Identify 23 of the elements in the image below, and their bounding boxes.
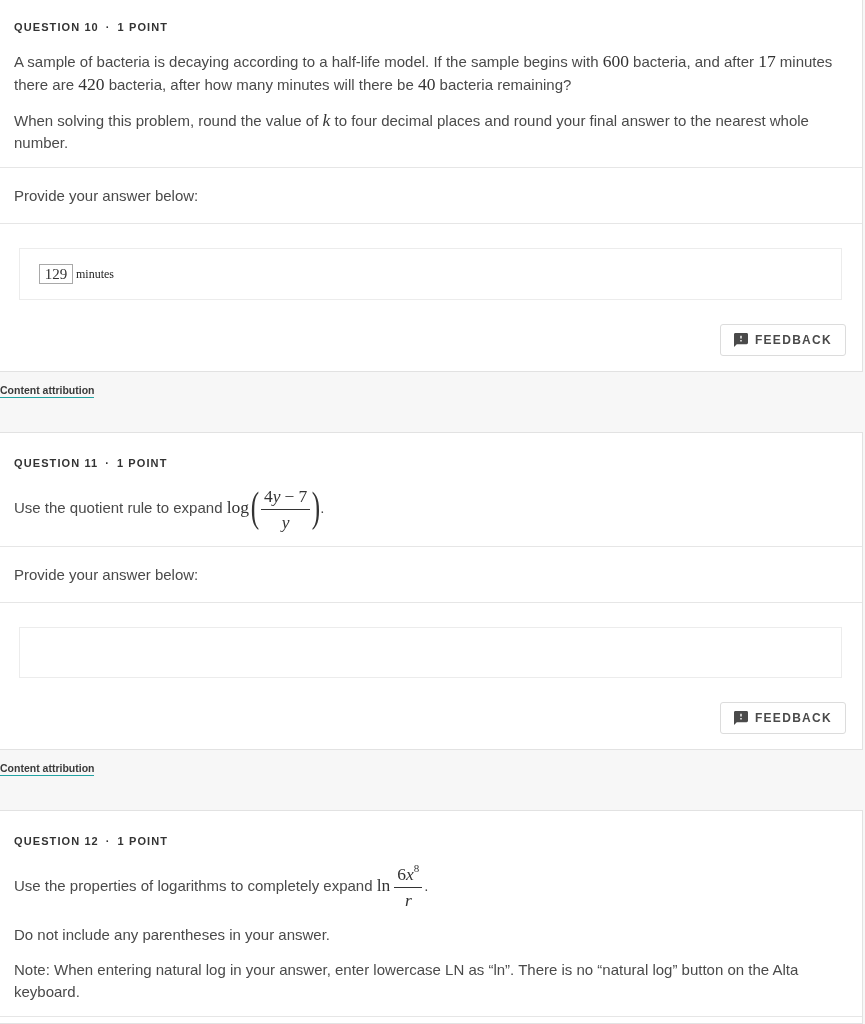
question-number: QUESTION 10 <box>14 20 99 34</box>
feedback-button[interactable]: FEEDBACK <box>719 702 846 734</box>
separator-dot: · <box>105 834 111 848</box>
separator-dot: · <box>105 20 111 34</box>
question-text: Do not include any parentheses in your answer. <box>14 925 332 945</box>
question-points: 1 POINT <box>117 834 169 848</box>
answer-input[interactable]: 129 <box>39 264 73 284</box>
separator-dot: · <box>105 456 110 470</box>
speech-bubble-icon <box>733 333 748 347</box>
answer-prompt: Provide your answer below: <box>0 547 862 603</box>
speech-bubble-icon <box>733 711 748 725</box>
question-number: QUESTION 12 <box>14 834 99 848</box>
question-points: 1 POINT <box>117 456 168 470</box>
question-number: QUESTION 11 <box>14 456 99 470</box>
question-points: 1 POINT <box>117 20 169 34</box>
answer-prompt: Provide your answer below: <box>0 168 862 224</box>
unit-label: minutes <box>76 266 114 282</box>
feedback-button[interactable]: FEEDBACK <box>719 324 846 356</box>
question-text: Note: When entering natural log in your answer, enter lowercase LN as “ln”. There is no “natural log” button on the Alta keyboard. <box>14 960 800 1002</box>
question-text: When solving this problem, round the value of k to four decimal places and round your final answer to the nearest whole number. <box>14 109 810 153</box>
question-text: A sample of bacteria is decaying according to a half-life model. If the sample begins with 600 bacteria, and after 17 minutes there are 420 bacteria, after how many minutes will there be 40 bacteria remaining? <box>14 50 834 96</box>
content-attribution-link[interactable]: Content attribution <box>0 761 95 776</box>
content-attribution-link[interactable]: Content attribution <box>0 383 95 398</box>
